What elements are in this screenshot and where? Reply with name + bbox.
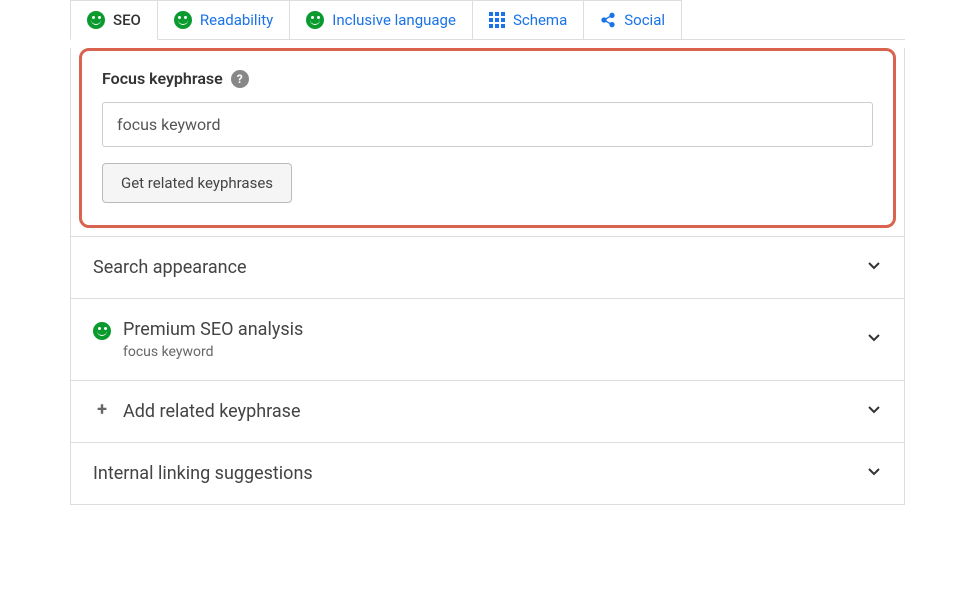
tab-label: Readability xyxy=(200,11,273,29)
chevron-down-icon xyxy=(866,402,882,422)
chevron-down-icon xyxy=(866,258,882,278)
tab-label: Schema xyxy=(513,11,567,29)
seo-panel: Focus keyphrase ? Get related keyphrases… xyxy=(70,48,905,505)
tab-label: Social xyxy=(624,11,665,29)
focus-keyphrase-box: Focus keyphrase ? Get related keyphrases xyxy=(79,48,896,228)
tab-social[interactable]: Social xyxy=(584,0,682,39)
tab-seo[interactable]: SEO xyxy=(70,0,158,40)
keyphrase-input[interactable] xyxy=(102,102,873,147)
share-icon xyxy=(600,12,616,28)
tab-readability[interactable]: Readability xyxy=(158,0,290,39)
chevron-down-icon xyxy=(866,464,882,484)
accordion-internal-linking[interactable]: Internal linking suggestions xyxy=(71,442,904,504)
accordion-title: Search appearance xyxy=(93,257,247,278)
keyphrase-label-row: Focus keyphrase ? xyxy=(102,69,873,88)
tab-inclusive-language[interactable]: Inclusive language xyxy=(290,0,473,39)
chevron-down-icon xyxy=(866,330,882,350)
accordion-title: Internal linking suggestions xyxy=(93,463,313,484)
plus-icon: + xyxy=(93,401,111,419)
accordion-subtitle: focus keyword xyxy=(123,344,303,360)
get-related-keyphrases-button[interactable]: Get related keyphrases xyxy=(102,163,292,203)
accordion-title: Add related keyphrase xyxy=(123,401,301,422)
smiley-icon xyxy=(174,11,192,29)
grid-icon xyxy=(489,12,505,28)
accordion-add-related-keyphrase[interactable]: + Add related keyphrase xyxy=(71,380,904,442)
keyphrase-label: Focus keyphrase xyxy=(102,69,223,88)
accordion-search-appearance[interactable]: Search appearance xyxy=(71,236,904,298)
tab-label: Inclusive language xyxy=(332,11,456,29)
smiley-icon xyxy=(306,11,324,29)
accordion-title: Premium SEO analysis xyxy=(123,319,303,340)
smiley-icon xyxy=(87,11,105,29)
help-icon[interactable]: ? xyxy=(231,70,249,88)
tab-label: SEO xyxy=(113,11,141,29)
tab-bar: SEO Readability Inclusive language Schem… xyxy=(70,0,905,40)
tab-schema[interactable]: Schema xyxy=(473,0,584,39)
smiley-icon xyxy=(93,322,111,340)
accordion-premium-seo-analysis[interactable]: Premium SEO analysis focus keyword xyxy=(71,298,904,380)
